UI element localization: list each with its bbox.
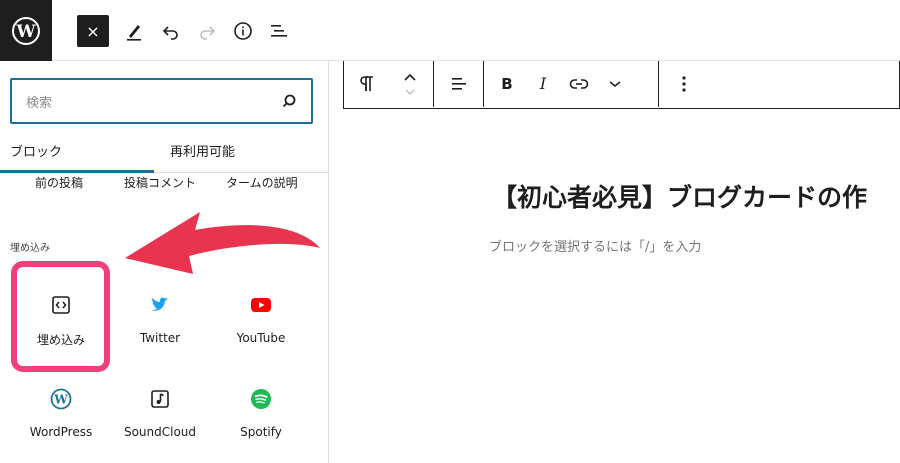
twitter-icon: [148, 293, 172, 317]
info-icon: [234, 22, 252, 40]
list-view-button[interactable]: [263, 15, 295, 47]
block-placeholder[interactable]: ブロックを選択するには「/」を入力: [489, 236, 701, 255]
align-button[interactable]: [434, 61, 484, 107]
block-item-term-description[interactable]: タームの説明: [226, 174, 298, 191]
bold-icon: B: [501, 75, 512, 93]
search-input[interactable]: 検索: [26, 92, 281, 111]
chevron-down-icon: [609, 81, 621, 88]
link-icon: [569, 79, 589, 89]
youtube-icon: [249, 293, 273, 317]
svg-text:W: W: [15, 22, 36, 42]
details-button[interactable]: [227, 15, 259, 47]
block-item-label: Spotify: [240, 425, 282, 439]
block-item-spotify[interactable]: Spotify: [213, 363, 309, 459]
wordpress-icon: W: [12, 16, 40, 45]
svg-text:I: I: [539, 75, 547, 93]
move-up-down-icon: [404, 73, 416, 95]
align-left-icon: [452, 78, 466, 90]
category-heading-embed: 埋め込み: [10, 243, 50, 254]
audio-icon: [148, 387, 172, 411]
undo-button[interactable]: [155, 15, 187, 47]
italic-icon: I: [539, 75, 547, 93]
block-item-soundcloud[interactable]: SoundCloud: [112, 363, 208, 459]
block-item-label: Twitter: [139, 331, 181, 345]
move-block-button[interactable]: [390, 61, 430, 107]
wordpress-logo-button[interactable]: W: [0, 0, 52, 61]
post-title[interactable]: 【初心者必見】ブログカードの作: [492, 178, 867, 214]
block-item-label: SoundCloud: [123, 425, 197, 439]
link-button[interactable]: [562, 61, 596, 107]
close-icon: ×: [86, 21, 100, 41]
top-toolbar: W ×: [0, 0, 900, 61]
undo-icon: [162, 26, 178, 40]
list-view-icon: [271, 25, 287, 37]
tools-button[interactable]: [118, 15, 150, 47]
block-item-label: YouTube: [236, 331, 286, 345]
highlight-box: [11, 261, 110, 372]
more-formatting-button[interactable]: [598, 61, 632, 107]
block-item-post-comments[interactable]: 投稿コメント: [124, 174, 196, 191]
options-group: [659, 61, 709, 107]
bold-button[interactable]: B: [490, 61, 524, 107]
wordpress-icon: W: [49, 387, 73, 411]
inserter-tabs: ブロック 再利用可能: [0, 135, 329, 173]
editor-canvas: B I 【初心者必見】ブログカードの作 ブロックを選択するには「/」を入力: [329, 61, 900, 463]
block-item-twitter[interactable]: Twitter: [112, 269, 208, 365]
svg-text:B: B: [501, 75, 512, 93]
block-item-label: WordPress: [29, 425, 93, 439]
tab-reusable[interactable]: 再利用可能: [170, 141, 235, 160]
paragraph-icon: [360, 76, 373, 91]
spotify-icon: [249, 387, 273, 411]
close-inserter-button[interactable]: ×: [77, 15, 109, 47]
block-item-wordpress[interactable]: W WordPress: [13, 363, 109, 459]
redo-button[interactable]: [191, 15, 223, 47]
svg-text:W: W: [53, 393, 68, 407]
previous-block-labels: 前の投稿 投稿コメント タームの説明: [0, 173, 329, 193]
paragraph-block-button[interactable]: [346, 61, 390, 107]
block-item-youtube[interactable]: YouTube: [213, 269, 309, 365]
search-icon: [282, 94, 296, 108]
block-item-post-navigation-previous[interactable]: 前の投稿: [35, 174, 83, 191]
italic-button[interactable]: I: [526, 61, 560, 107]
block-options-button[interactable]: [659, 61, 709, 107]
annotation-arrow: [125, 212, 320, 274]
pencil-icon: [127, 25, 141, 41]
more-vertical-icon: [682, 76, 686, 92]
search-box[interactable]: 検索: [10, 78, 313, 124]
redo-icon: [200, 26, 216, 40]
alignment-group: [434, 61, 484, 107]
block-switcher-group: [344, 61, 434, 107]
tab-blocks[interactable]: ブロック: [10, 141, 62, 160]
formatting-group: B I: [484, 61, 659, 107]
block-toolbar: B I: [343, 61, 900, 109]
